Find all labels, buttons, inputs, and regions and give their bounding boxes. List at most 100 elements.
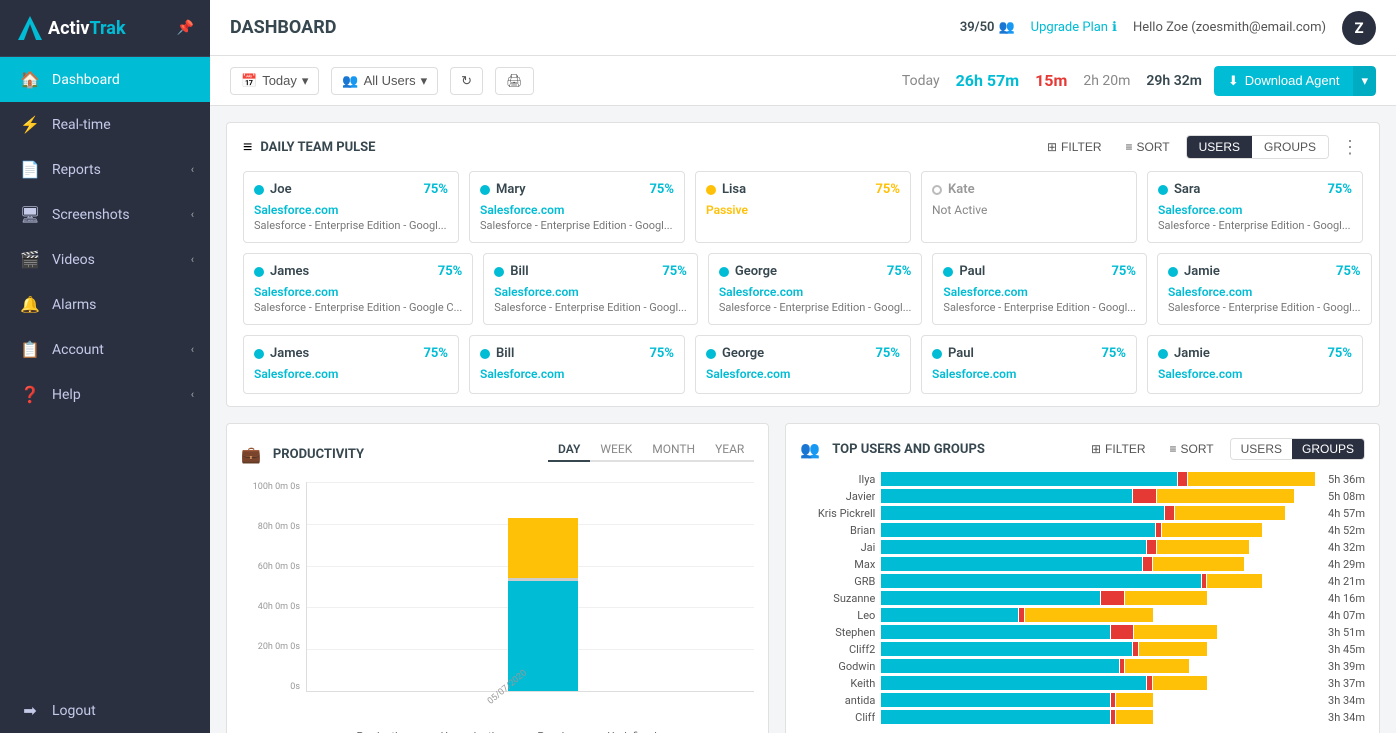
user-card-paul-3[interactable]: Paul 75% Salesforce.com: [921, 335, 1137, 394]
sidebar-item-screenshots[interactable]: 🖥 Screenshots ‹: [0, 192, 210, 237]
chevron-icon: ‹: [191, 208, 194, 221]
status-dot: [480, 185, 490, 195]
user-card-george[interactable]: George 75% Salesforce.com Salesforce - E…: [708, 253, 923, 325]
user-card-kate[interactable]: Kate Not Active: [921, 171, 1137, 243]
sidebar-item-label: Reports: [52, 162, 191, 178]
top-user-time: 4h 29m: [1321, 558, 1365, 571]
more-options-button[interactable]: ⋮: [1337, 137, 1363, 158]
bottom-panels: 💼 PRODUCTIVITY DAY WEEK MONTH YEAR 100h …: [226, 423, 1380, 733]
user-card-joe[interactable]: Joe 75% Salesforce.com Salesforce - Ente…: [243, 171, 459, 243]
status-dot: [932, 185, 942, 195]
user-card-jamie[interactable]: Jamie 75% Salesforce.com Salesforce - En…: [1157, 253, 1372, 325]
today-button[interactable]: 📅 Today ▾: [230, 67, 319, 95]
filter-icon: ⊞: [1047, 140, 1057, 154]
groups-toggle-button[interactable]: GROUPS: [1252, 136, 1328, 158]
sidebar-item-reports[interactable]: 📄 Reports ‹: [0, 147, 210, 192]
top-user-name: Cliff2: [800, 643, 875, 656]
logout-icon: ➡: [16, 701, 44, 720]
top-user-row[interactable]: antida 3h 34m: [800, 693, 1365, 707]
upgrade-icon: ℹ: [1112, 20, 1117, 35]
tab-week[interactable]: WEEK: [590, 438, 642, 462]
sidebar-item-account[interactable]: 📋 Account ‹: [0, 327, 210, 372]
top-user-row[interactable]: Brian 4h 52m: [800, 523, 1365, 537]
top-user-bars: [881, 642, 1315, 656]
sort-button[interactable]: ≡ SORT: [1118, 136, 1178, 158]
pin-icon[interactable]: 📌: [177, 20, 194, 36]
tab-month[interactable]: MONTH: [642, 438, 705, 462]
status-dot: [932, 349, 942, 359]
top-user-time: 5h 08m: [1321, 490, 1365, 503]
sidebar-item-realtime[interactable]: ⚡ Real-time: [0, 102, 210, 147]
avatar[interactable]: Z: [1342, 11, 1376, 45]
user-card-james-3[interactable]: James 75% Salesforce.com: [243, 335, 459, 394]
status-dot: [706, 185, 716, 195]
status-dot: [494, 267, 504, 277]
top-user-name: Max: [800, 558, 875, 571]
top-user-row[interactable]: Cliff 3h 34m: [800, 710, 1365, 724]
top-users-users-toggle[interactable]: USERS: [1231, 439, 1292, 459]
user-card-bill-3[interactable]: Bill 75% Salesforce.com: [469, 335, 685, 394]
tab-year[interactable]: YEAR: [705, 438, 754, 462]
user-card-lisa[interactable]: Lisa 75% Passive: [695, 171, 911, 243]
upgrade-label: Upgrade Plan: [1031, 20, 1108, 35]
sidebar-item-logout[interactable]: ➡ Logout: [0, 688, 210, 733]
download-agent-dropdown[interactable]: ▾: [1353, 66, 1376, 96]
y-axis: 100h 0m 0s 80h 0m 0s 60h 0m 0s 40h 0m 0s…: [241, 482, 306, 692]
top-user-row[interactable]: Suzanne 4h 16m: [800, 591, 1365, 605]
top-user-bars: [881, 676, 1315, 690]
top-user-row[interactable]: Jai 4h 32m: [800, 540, 1365, 554]
user-card-jamie-3[interactable]: Jamie 75% Salesforce.com: [1147, 335, 1363, 394]
passive-time: 2h 20m: [1083, 73, 1130, 89]
sidebar-item-dashboard[interactable]: 🏠 Dashboard: [0, 57, 210, 102]
users-toggle-button[interactable]: USERS: [1187, 136, 1252, 158]
top-user-row[interactable]: Ilya 5h 36m: [800, 472, 1365, 486]
user-card-mary[interactable]: Mary 75% Salesforce.com Salesforce - Ent…: [469, 171, 685, 243]
user-card-bill[interactable]: Bill 75% Salesforce.com Salesforce - Ent…: [483, 253, 698, 325]
screenshots-icon: 🖥: [16, 205, 44, 224]
top-user-row[interactable]: Keith 3h 37m: [800, 676, 1365, 690]
top-users-sort-button[interactable]: ≡ SORT: [1162, 438, 1222, 460]
tab-day[interactable]: DAY: [548, 438, 590, 462]
top-user-bars: [881, 523, 1315, 537]
top-user-row[interactable]: Max 4h 29m: [800, 557, 1365, 571]
download-agent-button[interactable]: ⬇ Download Agent ▾: [1214, 66, 1376, 96]
top-user-row[interactable]: Godwin 3h 39m: [800, 659, 1365, 673]
user-card-paul[interactable]: Paul 75% Salesforce.com Salesforce - Ent…: [932, 253, 1147, 325]
top-user-row[interactable]: Stephen 3h 51m: [800, 625, 1365, 639]
upgrade-plan-button[interactable]: Upgrade Plan ℹ: [1031, 20, 1117, 35]
top-user-name: Keith: [800, 677, 875, 690]
sidebar-item-alarms[interactable]: 🔔 Alarms: [0, 282, 210, 327]
user-card-george-3[interactable]: George 75% Salesforce.com: [695, 335, 911, 394]
download-agent-main[interactable]: ⬇ Download Agent: [1214, 66, 1354, 96]
top-user-row[interactable]: GRB 4h 21m: [800, 574, 1365, 588]
user-card-james[interactable]: James 75% Salesforce.com Salesforce - En…: [243, 253, 473, 325]
activtrak-logo-icon: [16, 14, 44, 42]
top-user-row[interactable]: Leo 4h 07m: [800, 608, 1365, 622]
productivity-panel: 💼 PRODUCTIVITY DAY WEEK MONTH YEAR 100h …: [226, 423, 769, 733]
topbar: DASHBOARD 39/50 👥 Upgrade Plan ℹ Hello Z…: [210, 0, 1396, 56]
sort-icon: ≡: [1126, 140, 1133, 154]
sidebar-item-label: Videos: [52, 252, 191, 268]
top-user-name: Godwin: [800, 660, 875, 673]
all-users-button[interactable]: 👥 All Users ▾: [331, 67, 438, 95]
top-users-groups-toggle[interactable]: GROUPS: [1292, 439, 1364, 459]
top-user-name: Brian: [800, 524, 875, 537]
top-user-row[interactable]: Javier 5h 08m: [800, 489, 1365, 503]
sidebar-item-help[interactable]: ❓ Help ‹: [0, 372, 210, 417]
top-user-name: Ilya: [800, 473, 875, 486]
refresh-button[interactable]: ↻: [450, 67, 483, 95]
top-users-filter-button[interactable]: ⊞ FILTER: [1083, 438, 1154, 460]
print-button[interactable]: 🖨: [495, 67, 534, 95]
sidebar-item-videos[interactable]: 🎬 Videos ‹: [0, 237, 210, 282]
top-user-time: 4h 07m: [1321, 609, 1365, 622]
top-user-row[interactable]: Kris Pickrell 4h 57m: [800, 506, 1365, 520]
top-user-bars: [881, 625, 1315, 639]
status-dot: [719, 267, 729, 277]
filter-button[interactable]: ⊞ FILTER: [1039, 136, 1110, 158]
chevron-down-icon: ▾: [302, 73, 309, 89]
top-user-time: 5h 36m: [1321, 473, 1365, 486]
user-card-sara[interactable]: Sara 75% Salesforce.com Salesforce - Ent…: [1147, 171, 1363, 243]
active-time: 26h 57m: [956, 71, 1020, 90]
content-area: ≡ DAILY TEAM PULSE ⊞ FILTER ≡ SORT USERS…: [210, 106, 1396, 733]
top-user-row[interactable]: Cliff2 3h 45m: [800, 642, 1365, 656]
